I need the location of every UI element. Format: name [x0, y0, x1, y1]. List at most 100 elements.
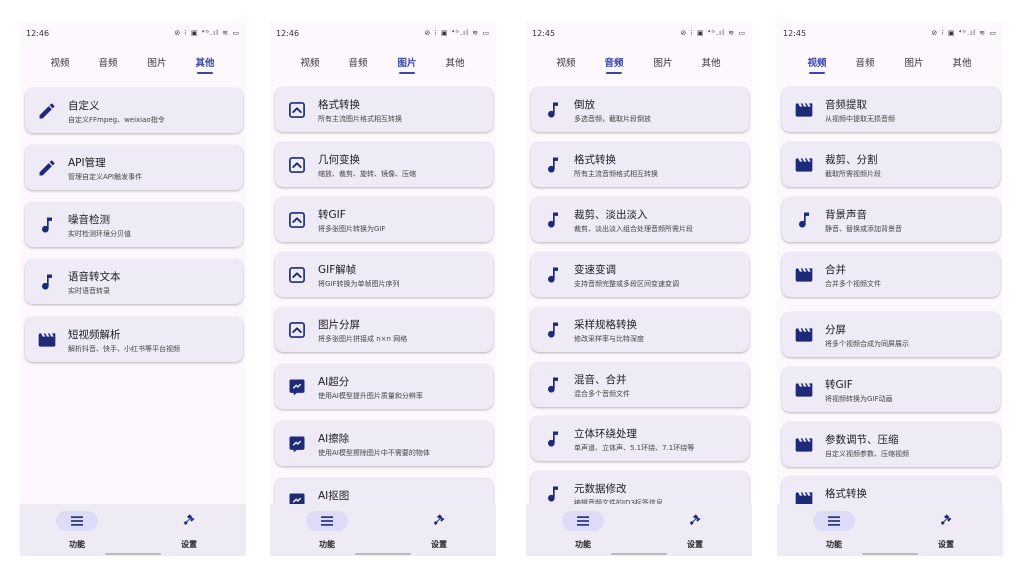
tab-label: 视频	[300, 58, 320, 69]
feature-card[interactable]: 分屏 将多个视频合成为同屏展示	[782, 312, 1000, 357]
music-note-icon	[543, 100, 563, 120]
tab-2[interactable]: 图片	[643, 55, 683, 69]
nav-settings[interactable]: 设置	[394, 504, 484, 556]
tab-2[interactable]: 图片	[137, 55, 177, 69]
feature-title: 格式转换	[574, 154, 616, 166]
feature-card[interactable]: 立体环绕处理 单声道、立体声、5.1环绕、7.1环绕等	[531, 416, 749, 461]
feature-card[interactable]: 混音、合并 混合多个音频文件	[531, 362, 749, 407]
tab-1[interactable]: 音频	[88, 55, 128, 69]
feature-subtitle: 缩放、裁剪、旋转、镜像、压缩	[318, 170, 416, 178]
tab-label: 音频	[98, 58, 118, 69]
feature-subtitle: 静音、替换或添加背景音	[825, 225, 902, 233]
tab-0[interactable]: 视频	[40, 55, 80, 69]
menu-icon	[319, 514, 335, 528]
wrench-icon	[687, 514, 703, 528]
feature-card[interactable]: 采样规格转换 修改采样率与比特深度	[531, 307, 749, 352]
tab-1[interactable]: 音频	[594, 55, 634, 74]
nav-settings[interactable]: 设置	[650, 504, 740, 556]
feature-title: 背景声音	[825, 209, 867, 221]
gesture-bar	[355, 553, 411, 555]
feature-card[interactable]: 音频提取从视频中提取无损音频	[782, 87, 1000, 132]
tab-3[interactable]: 其他	[942, 55, 982, 69]
status-bar: 12:46 ⊘ ⁝ ▣ ⁴ᴳ.ıl ≋ ▭	[20, 22, 246, 44]
nav-settings[interactable]: 设置	[901, 504, 991, 556]
category-tabs: 视频 音频 图片 其他	[270, 52, 496, 76]
tab-label: 视频	[50, 58, 70, 69]
tab-label: 图片	[653, 58, 673, 69]
tab-3[interactable]: 其他	[185, 55, 225, 74]
music-note-icon	[37, 215, 57, 235]
ai-icon	[287, 377, 307, 397]
feature-card[interactable]: 图片分屏 将多张图片拼接成 n×n 网格	[275, 307, 493, 352]
feature-card[interactable]: AI超分 使用AI模型提升图片质量和分辨率	[275, 364, 493, 409]
nav-label: 设置	[431, 540, 447, 549]
feature-card[interactable]: 转GIF 将视频转换为GIF动画	[782, 367, 1000, 412]
nav-functions[interactable]: 功能	[538, 504, 628, 556]
feature-card[interactable]: 背景声音静音、替换或添加背景音	[782, 197, 1000, 242]
feature-title: 立体环绕处理	[574, 428, 637, 440]
nav-label: 设置	[938, 540, 954, 549]
image-icon	[287, 210, 307, 230]
nav-functions[interactable]: 功能	[32, 504, 122, 556]
nav-settings[interactable]: 设置	[144, 504, 234, 556]
gesture-bar	[611, 553, 667, 555]
feature-card[interactable]: 倒放 多选音频，截取片段倒放	[531, 87, 749, 132]
tab-label: 图片	[147, 58, 167, 69]
feature-card[interactable]: 格式转换 所有主流音频格式相互转换	[531, 142, 749, 187]
status-bar: 12:46 ⊘ ⁝ ▣ ⁴ᴳ.ıl ≋ ▭	[270, 22, 496, 44]
feature-card[interactable]: GIF解帧将GIF转换为单帧图片序列	[275, 252, 493, 297]
feature-card[interactable]: 几何变换 缩放、裁剪、旋转、镜像、压缩	[275, 142, 493, 187]
feature-card[interactable]: 合并 合并多个视频文件	[782, 252, 1000, 297]
tab-0[interactable]: 视频	[797, 55, 837, 74]
tab-label: 其他	[952, 58, 972, 69]
feature-subtitle: 裁剪、淡出淡入组合处理音频所需片段	[574, 225, 693, 233]
tab-1[interactable]: 音频	[338, 55, 378, 69]
feature-card[interactable]: 裁剪、分割 截取所需视频片段	[782, 142, 1000, 187]
feature-card[interactable]: API管理 管理自定义API触发事件	[25, 145, 243, 190]
tab-label: 音频	[855, 58, 875, 69]
tab-label: 其他	[445, 58, 465, 69]
clapperboard-icon	[794, 155, 814, 175]
pencil-icon	[37, 158, 57, 178]
status-time: 12:45	[532, 29, 556, 38]
screen-other: 12:46 ⊘ ⁝ ▣ ⁴ᴳ.ıl ≋ ▭ 视频 音频 图片 其他自定义 自定义FFmpeg…	[20, 22, 246, 556]
feature-card[interactable]: 短视频解析 解析抖音、快手、小红书等平台视频	[25, 317, 243, 362]
menu-icon	[826, 514, 842, 528]
tab-3[interactable]: 其他	[691, 55, 731, 69]
clapperboard-icon	[794, 265, 814, 285]
tab-2[interactable]: 图片	[387, 55, 427, 74]
feature-title: 音频提取	[825, 99, 867, 111]
feature-card[interactable]: 格式转换 所有主流图片格式相互转换	[275, 87, 493, 132]
feature-card[interactable]: 自定义 自定义FFmpeg、weixiao指令	[25, 88, 243, 133]
feature-card[interactable]: 语音转文本 实时语音转录	[25, 259, 243, 304]
feature-card[interactable]: 噪音检测 实时检测环境分贝值	[25, 202, 243, 247]
tab-indicator	[197, 72, 213, 74]
tab-3[interactable]: 其他	[435, 55, 475, 69]
tab-0[interactable]: 视频	[290, 55, 330, 69]
feature-title: GIF解帧	[318, 264, 357, 276]
nav-functions[interactable]: 功能	[282, 504, 372, 556]
menu-icon	[69, 514, 85, 528]
tab-indicator	[399, 72, 415, 74]
tab-2[interactable]: 图片	[894, 55, 934, 69]
feature-title: 变速变调	[574, 264, 616, 276]
tab-label: 图片	[904, 58, 924, 69]
feature-card[interactable]: 参数调节、压缩 自定义视频参数、压缩视频	[782, 422, 1000, 467]
tab-label: 音频	[348, 58, 368, 69]
feature-subtitle: 将多张图片拼接成 n×n 网格	[318, 335, 408, 343]
feature-subtitle: 将GIF转换为单帧图片序列	[318, 280, 400, 288]
tab-1[interactable]: 音频	[845, 55, 885, 69]
tab-0[interactable]: 视频	[546, 55, 586, 69]
status-icons: ⊘ ⁝ ▣ ⁴ᴳ.ıl ≋ ▭	[931, 29, 997, 37]
feature-card[interactable]: 转GIF 将多张图片转换为GIF	[275, 197, 493, 242]
category-tabs: 视频 音频 图片 其他	[20, 52, 246, 76]
feature-card[interactable]: 变速变调支持音频完整或多段区间变速变调	[531, 252, 749, 297]
nav-functions[interactable]: 功能	[789, 504, 879, 556]
feature-subtitle: 从视频中提取无损音频	[825, 115, 895, 123]
feature-subtitle: 支持音频完整或多段区间变速变调	[574, 280, 679, 288]
feature-title: 分屏	[825, 324, 846, 336]
feature-card[interactable]: 裁剪、淡出淡入 裁剪、淡出淡入组合处理音频所需片段	[531, 197, 749, 242]
feature-card[interactable]: AI擦除 使用AI模型擦除图片中不需要的物体	[275, 421, 493, 466]
feature-subtitle: 管理自定义API触发事件	[68, 173, 143, 181]
feature-subtitle: 将多张图片转换为GIF	[318, 225, 386, 233]
